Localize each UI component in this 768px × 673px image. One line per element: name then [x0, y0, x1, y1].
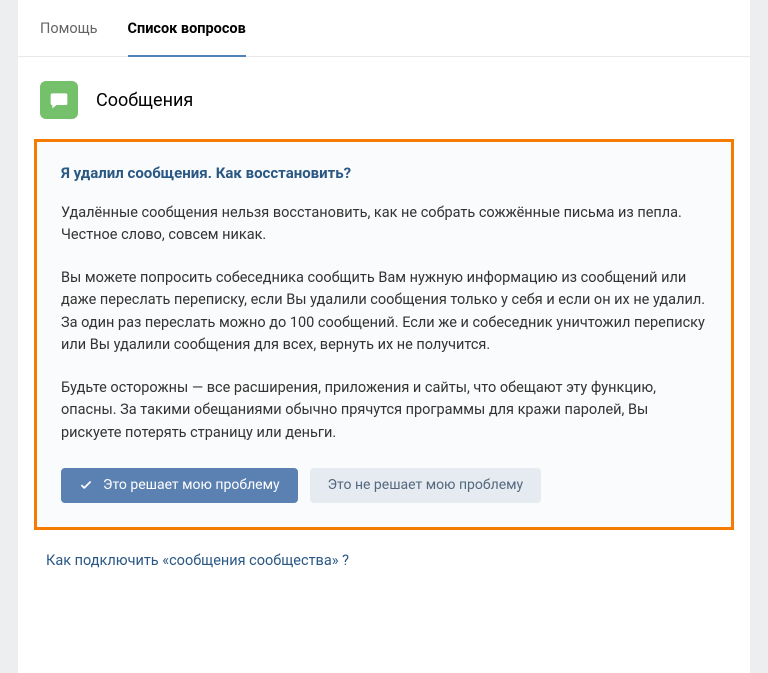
section-title: Сообщения: [96, 90, 193, 111]
answer-paragraph: Вы можете попросить собеседника сообщить…: [61, 267, 707, 357]
answer-actions: Это решает мою проблему Это не решает мо…: [61, 468, 707, 503]
solves-button-label: Это решает мою проблему: [103, 477, 280, 493]
related-questions: Как подключить «сообщения сообщества» ?: [18, 530, 750, 589]
not-solves-button-label: Это не решает мою проблему: [328, 477, 524, 493]
answer-paragraph: Будьте осторожны — все расширения, прило…: [61, 377, 707, 444]
related-question-link[interactable]: Как подключить «сообщения сообщества» ?: [46, 552, 349, 569]
answer-body: Удалённые сообщения нельзя восстановить,…: [61, 202, 707, 444]
page-wrap: Помощь Список вопросов Сообщения Я удали…: [18, 0, 750, 673]
answer-title: Я удалил сообщения. Как восстановить?: [61, 164, 707, 182]
answer-card: Я удалил сообщения. Как восстановить? Уд…: [34, 139, 734, 530]
solves-button[interactable]: Это решает мою проблему: [61, 468, 298, 503]
not-solves-button[interactable]: Это не решает мою проблему: [310, 468, 542, 503]
section-header: Сообщения: [18, 57, 750, 139]
check-icon: [79, 478, 93, 492]
tab-help[interactable]: Помощь: [40, 0, 98, 56]
tabs-bar: Помощь Список вопросов: [18, 0, 750, 57]
message-icon: [40, 81, 78, 119]
answer-paragraph: Удалённые сообщения нельзя восстановить,…: [61, 202, 707, 247]
tab-questions[interactable]: Список вопросов: [128, 0, 246, 57]
